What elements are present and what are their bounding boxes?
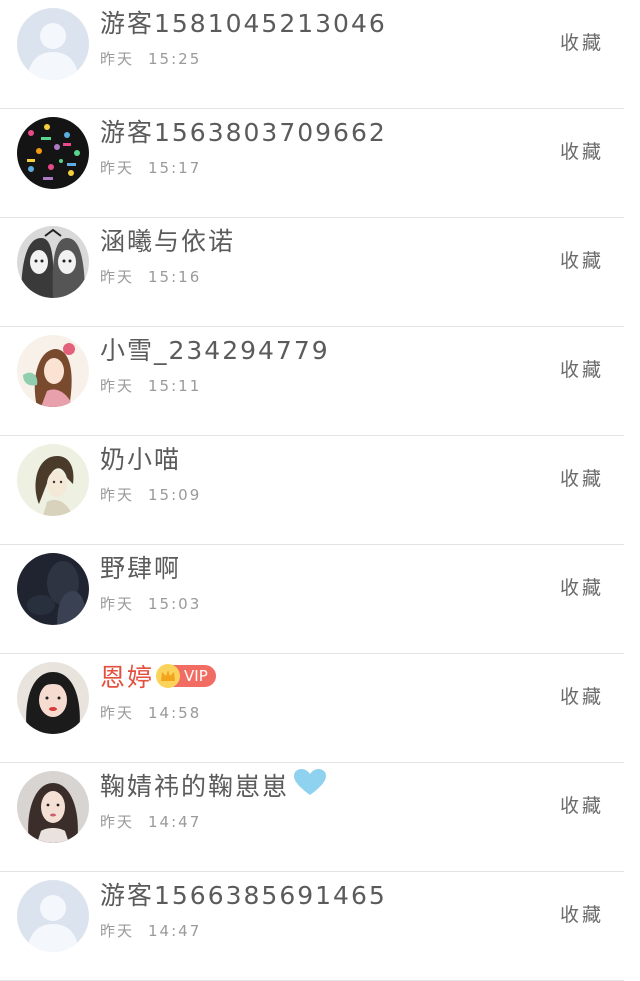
user-name-text: 鞠婧祎的鞠崽崽: [100, 772, 290, 801]
default-avatar[interactable]: [17, 880, 89, 952]
collect-button[interactable]: 收藏: [560, 246, 604, 273]
list-item[interactable]: 鞠婧祎的鞠崽崽 昨天 14:47 收藏: [0, 763, 624, 872]
visit-day: 昨天: [100, 268, 135, 286]
heart-icon: [293, 768, 327, 802]
user-name-text: 恩婷: [100, 663, 155, 692]
visit-clock: 14:47: [148, 813, 202, 831]
pattern-avatar[interactable]: [17, 117, 89, 189]
user-name[interactable]: 小雪_234294779: [100, 333, 330, 365]
collect-button[interactable]: 收藏: [560, 791, 604, 818]
visitor-list: 游客1581045213046 昨天 15:25 收藏 游客1563803709…: [0, 0, 640, 981]
user-name[interactable]: 恩婷 VIP: [100, 660, 216, 692]
collect-button[interactable]: 收藏: [560, 355, 604, 382]
visit-time: 昨天 15:11: [100, 375, 201, 396]
user-name[interactable]: 鞠婧祎的鞠崽崽: [100, 769, 327, 801]
user-name[interactable]: 游客1563803709662: [100, 115, 387, 147]
visit-day: 昨天: [100, 486, 135, 504]
dark-photo-avatar[interactable]: [17, 553, 89, 625]
user-name[interactable]: 游客1566385691465: [100, 878, 387, 910]
collect-button[interactable]: 收藏: [560, 137, 604, 164]
list-item[interactable]: 涵曦与依诺 昨天 15:16 收藏: [0, 218, 624, 327]
list-item[interactable]: 野肆啊 昨天 15:03 收藏: [0, 545, 624, 654]
visit-day: 昨天: [100, 704, 135, 722]
visit-time: 昨天 15:03: [100, 593, 201, 614]
list-item[interactable]: 恩婷 VIP 昨天 14:58 收藏: [0, 654, 624, 763]
collect-button[interactable]: 收藏: [560, 682, 604, 709]
visit-day: 昨天: [100, 159, 135, 177]
visit-time: 昨天 15:09: [100, 484, 201, 505]
collect-button[interactable]: 收藏: [560, 464, 604, 491]
default-avatar[interactable]: [17, 8, 89, 80]
sketch-girl-avatar[interactable]: [17, 444, 89, 516]
visit-day: 昨天: [100, 377, 135, 395]
visit-day: 昨天: [100, 50, 135, 68]
list-item[interactable]: 游客1566385691465 昨天 14:47 收藏: [0, 872, 624, 981]
visit-day: 昨天: [100, 922, 135, 940]
visit-clock: 15:25: [148, 50, 202, 68]
user-name[interactable]: 游客1581045213046: [100, 6, 387, 38]
photo-girl-avatar[interactable]: [17, 662, 89, 734]
list-item[interactable]: 奶小喵 昨天 15:09 收藏: [0, 436, 624, 545]
visit-clock: 15:17: [148, 159, 202, 177]
photo-woman-avatar[interactable]: [17, 771, 89, 843]
visit-time: 昨天 15:25: [100, 48, 201, 69]
visit-time: 昨天 14:47: [100, 811, 201, 832]
visit-time: 昨天 15:16: [100, 266, 201, 287]
visit-clock: 14:58: [148, 704, 202, 722]
visit-time: 昨天 14:47: [100, 920, 201, 941]
list-item[interactable]: 小雪_234294779 昨天 15:11 收藏: [0, 327, 624, 436]
list-item[interactable]: 游客1563803709662 昨天 15:17 收藏: [0, 109, 624, 218]
visit-clock: 15:09: [148, 486, 202, 504]
visit-time: 昨天 14:58: [100, 702, 201, 723]
visit-day: 昨天: [100, 813, 135, 831]
visit-time: 昨天 15:17: [100, 157, 201, 178]
user-name[interactable]: 野肆啊: [100, 551, 181, 583]
user-name[interactable]: 涵曦与依诺: [100, 224, 235, 256]
vip-label: VIP: [184, 667, 208, 685]
collect-button[interactable]: 收藏: [560, 573, 604, 600]
collect-button[interactable]: 收藏: [560, 900, 604, 927]
visit-clock: 15:11: [148, 377, 202, 395]
visit-clock: 14:47: [148, 922, 202, 940]
crown-icon: [156, 664, 181, 688]
user-name[interactable]: 奶小喵: [100, 442, 181, 474]
collect-button[interactable]: 收藏: [560, 28, 604, 55]
anime-girl-avatar[interactable]: [17, 335, 89, 407]
visit-clock: 15:16: [148, 268, 202, 286]
anime-twins-avatar[interactable]: [17, 226, 89, 298]
list-item[interactable]: 游客1581045213046 昨天 15:25 收藏: [0, 0, 624, 109]
visit-day: 昨天: [100, 595, 135, 613]
visit-clock: 15:03: [148, 595, 202, 613]
vip-badge: VIP: [156, 664, 216, 688]
